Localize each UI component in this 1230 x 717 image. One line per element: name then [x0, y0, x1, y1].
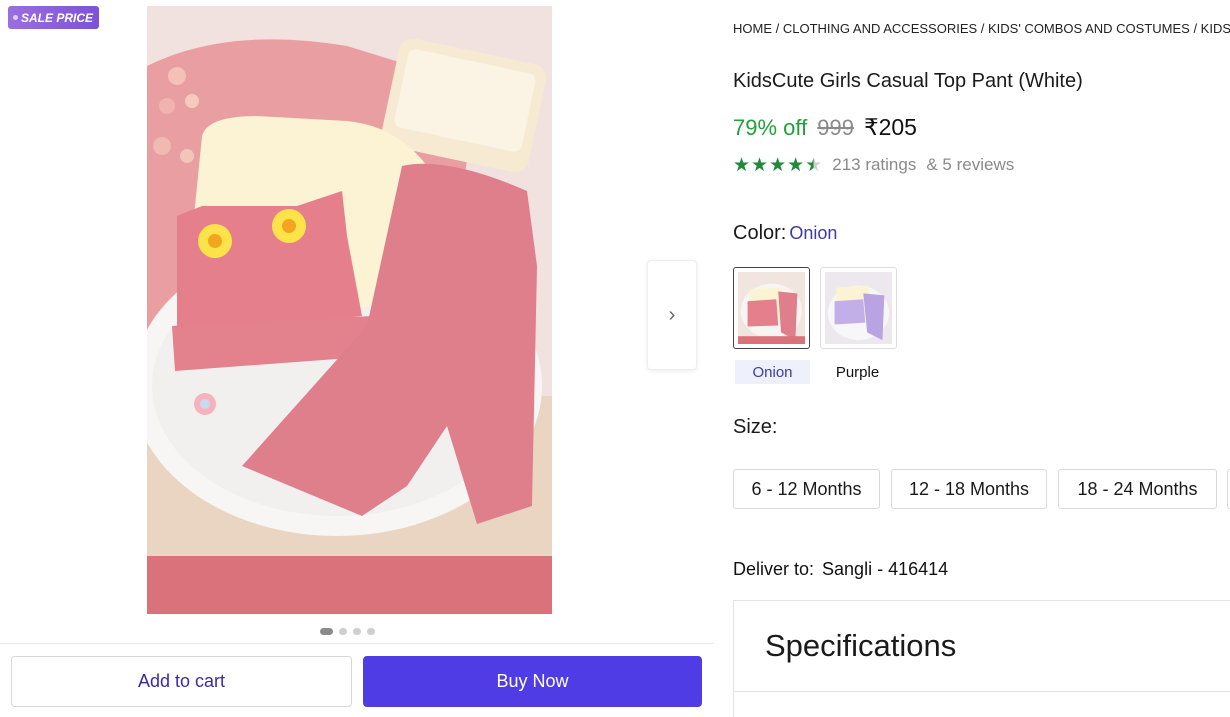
sale-badge: SALE PRICE [8, 6, 100, 29]
deliver-label: Deliver to: [733, 559, 815, 579]
color-label: Color: Onion [733, 222, 837, 245]
rating-stars: ★ ★ ★ ★ ★ [733, 156, 822, 175]
swatch-thumb [825, 272, 892, 344]
buy-now-button[interactable]: Buy Now [363, 656, 702, 707]
product-image[interactable] [147, 6, 552, 614]
color-swatch-purple[interactable] [820, 267, 897, 349]
product-gallery: SALE PRICE › Add to cart Buy Now [0, 0, 714, 717]
original-price: 999 [817, 115, 854, 140]
color-label-text: Color: [733, 222, 787, 244]
rating-row: ★ ★ ★ ★ ★ 213 ratings & 5 reviews [733, 155, 1014, 175]
size-option-18-24[interactable]: 18 - 24 Months [1058, 469, 1217, 509]
delivery-info[interactable]: Deliver to: Sangli - 416414 [733, 559, 948, 580]
star-half-icon: ★ [805, 154, 823, 176]
breadcrumb[interactable]: HOME / CLOTHING AND ACCESSORIES / KIDS' … [733, 21, 1230, 36]
badge-dot-icon [13, 15, 18, 20]
carousel-dot[interactable] [320, 628, 333, 635]
ratings-count[interactable]: 213 ratings [832, 155, 916, 175]
size-option-6-12[interactable]: 6 - 12 Months [733, 469, 880, 509]
add-to-cart-button[interactable]: Add to cart [11, 656, 352, 707]
product-title: KidsCute Girls Casual Top Pant (White) [733, 70, 1083, 92]
sale-badge-label: SALE PRICE [21, 10, 94, 25]
color-option-onion-label[interactable]: Onion [735, 360, 810, 384]
carousel-indicators [320, 628, 375, 635]
star-icon: ★ [733, 154, 751, 176]
action-bar: Add to cart Buy Now [0, 643, 714, 717]
next-image-button[interactable]: › [647, 260, 697, 370]
product-details: HOME / CLOTHING AND ACCESSORIES / KIDS' … [733, 0, 1230, 717]
reviews-count[interactable]: & 5 reviews [926, 155, 1014, 175]
color-swatch-onion[interactable] [733, 267, 810, 349]
carousel-dot[interactable] [353, 628, 361, 635]
divider [734, 691, 1230, 692]
specifications-title: Specifications [765, 628, 957, 663]
size-label: Size: [733, 416, 778, 438]
size-option-12-18[interactable]: 12 - 18 Months [891, 469, 1047, 509]
color-option-purple-label[interactable]: Purple [820, 360, 895, 384]
chevron-right-icon: › [668, 303, 676, 326]
discount-percent: 79% off [733, 115, 808, 140]
product-photo [147, 6, 552, 614]
swatch-thumb [738, 272, 805, 344]
star-icon: ★ [787, 154, 805, 176]
delivery-location: Sangli - 416414 [822, 559, 949, 579]
star-icon: ★ [751, 154, 769, 176]
carousel-dot[interactable] [367, 628, 375, 635]
specifications-panel: Specifications [733, 600, 1230, 717]
price-row: 79% off 999 ₹205 [733, 114, 917, 141]
sale-price: ₹205 [863, 114, 917, 140]
selected-color: Onion [789, 223, 838, 243]
star-icon: ★ [769, 154, 787, 176]
carousel-dot[interactable] [339, 628, 347, 635]
